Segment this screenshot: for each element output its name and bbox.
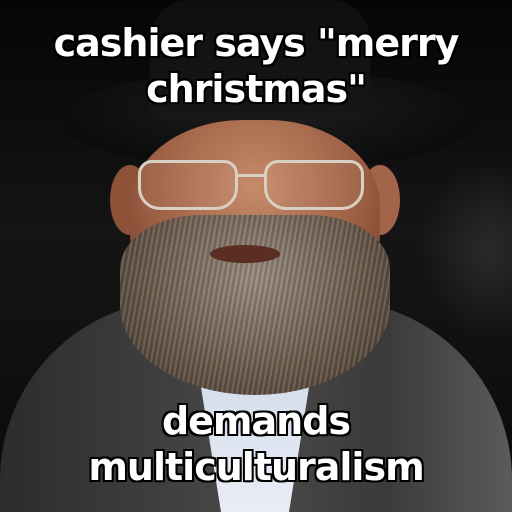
top-caption-line-2: christmas" — [146, 67, 367, 111]
top-caption: cashier says "merry christmas" — [10, 20, 502, 112]
glasses-lens-right — [264, 160, 364, 210]
mouth — [210, 245, 280, 263]
glasses-bridge — [236, 174, 266, 177]
beard — [120, 215, 390, 395]
meme-image: cashier says "merry christmas" demands m… — [0, 0, 512, 512]
bottom-caption-line-1: demands — [161, 399, 351, 443]
glasses-icon — [138, 160, 378, 220]
glasses-lens-left — [138, 160, 238, 210]
top-caption-line-1: cashier says "merry — [53, 21, 460, 65]
bottom-caption: demands multiculturalism — [10, 398, 502, 490]
bottom-caption-line-2: multiculturalism — [88, 445, 424, 489]
